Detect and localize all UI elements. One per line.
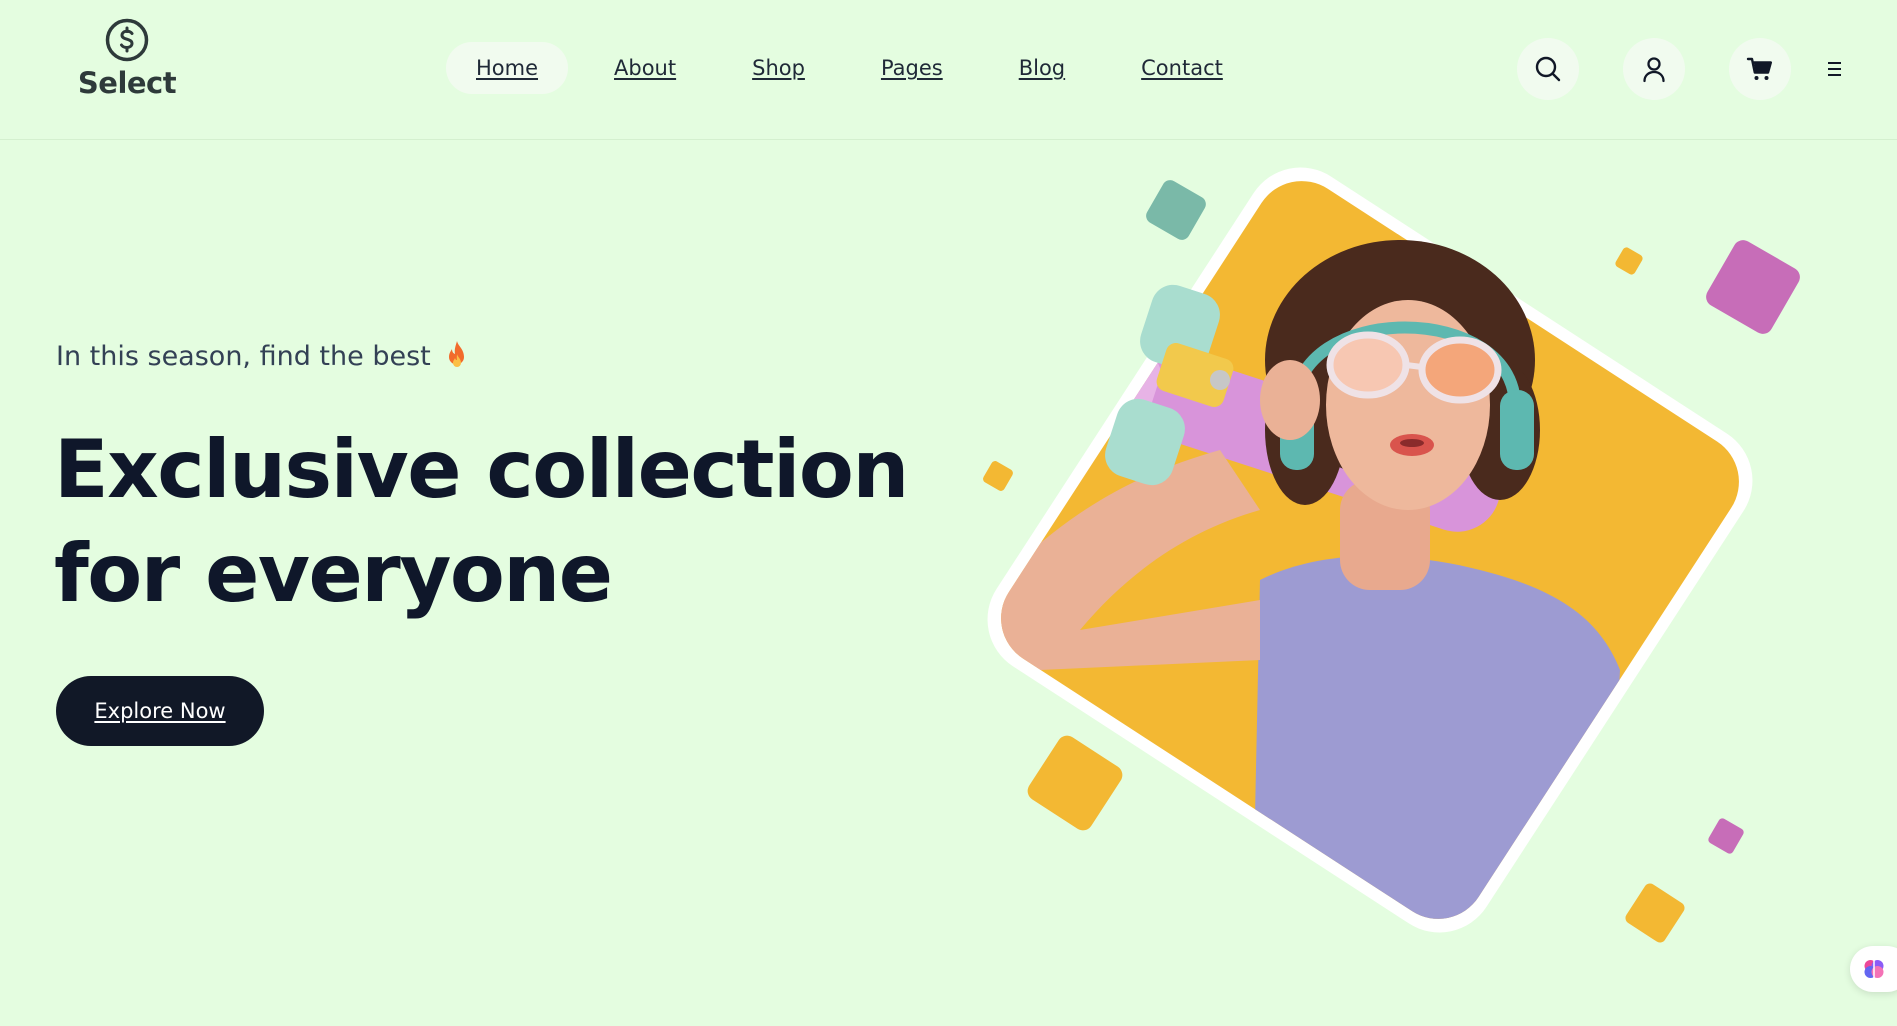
nav-home[interactable]: Home (446, 42, 569, 94)
page: Select Home About Shop Pages Blog Contac… (0, 0, 1897, 1026)
cart-button[interactable] (1729, 38, 1791, 100)
brand-logo[interactable]: Select (72, 18, 182, 100)
nav-about[interactable]: About (584, 42, 706, 94)
hero-image (960, 150, 1860, 990)
menu-icon[interactable] (1820, 58, 1848, 80)
user-icon (1643, 57, 1665, 83)
nav-blog[interactable]: Blog (989, 42, 1095, 94)
site-header: Select Home About Shop Pages Blog Contac… (0, 0, 1897, 140)
nav-pages[interactable]: Pages (851, 42, 973, 94)
hero-title-line-2: for everyone (54, 527, 613, 620)
search-button[interactable] (1517, 38, 1579, 100)
nav-shop[interactable]: Shop (722, 42, 835, 94)
explore-now-button[interactable]: Explore Now (56, 676, 264, 746)
hero-title-line-1: Exclusive collection (54, 423, 909, 516)
hero-title: Exclusive collection for everyone (54, 418, 954, 626)
logo-s-icon (105, 18, 149, 62)
brand-name: Select (77, 66, 177, 100)
brain-icon (1864, 960, 1884, 978)
assistant-widget[interactable] (1850, 946, 1897, 992)
fire-icon (448, 341, 464, 367)
cart-icon (1746, 57, 1772, 80)
tagline-text: In this season, find the best (56, 340, 431, 372)
main-nav: Home About Shop Pages Blog Contact (446, 42, 1269, 94)
hero-tagline: In this season, find the best (56, 340, 469, 372)
nav-contact[interactable]: Contact (1111, 42, 1253, 94)
search-icon (1535, 56, 1561, 82)
account-button[interactable] (1623, 38, 1685, 100)
